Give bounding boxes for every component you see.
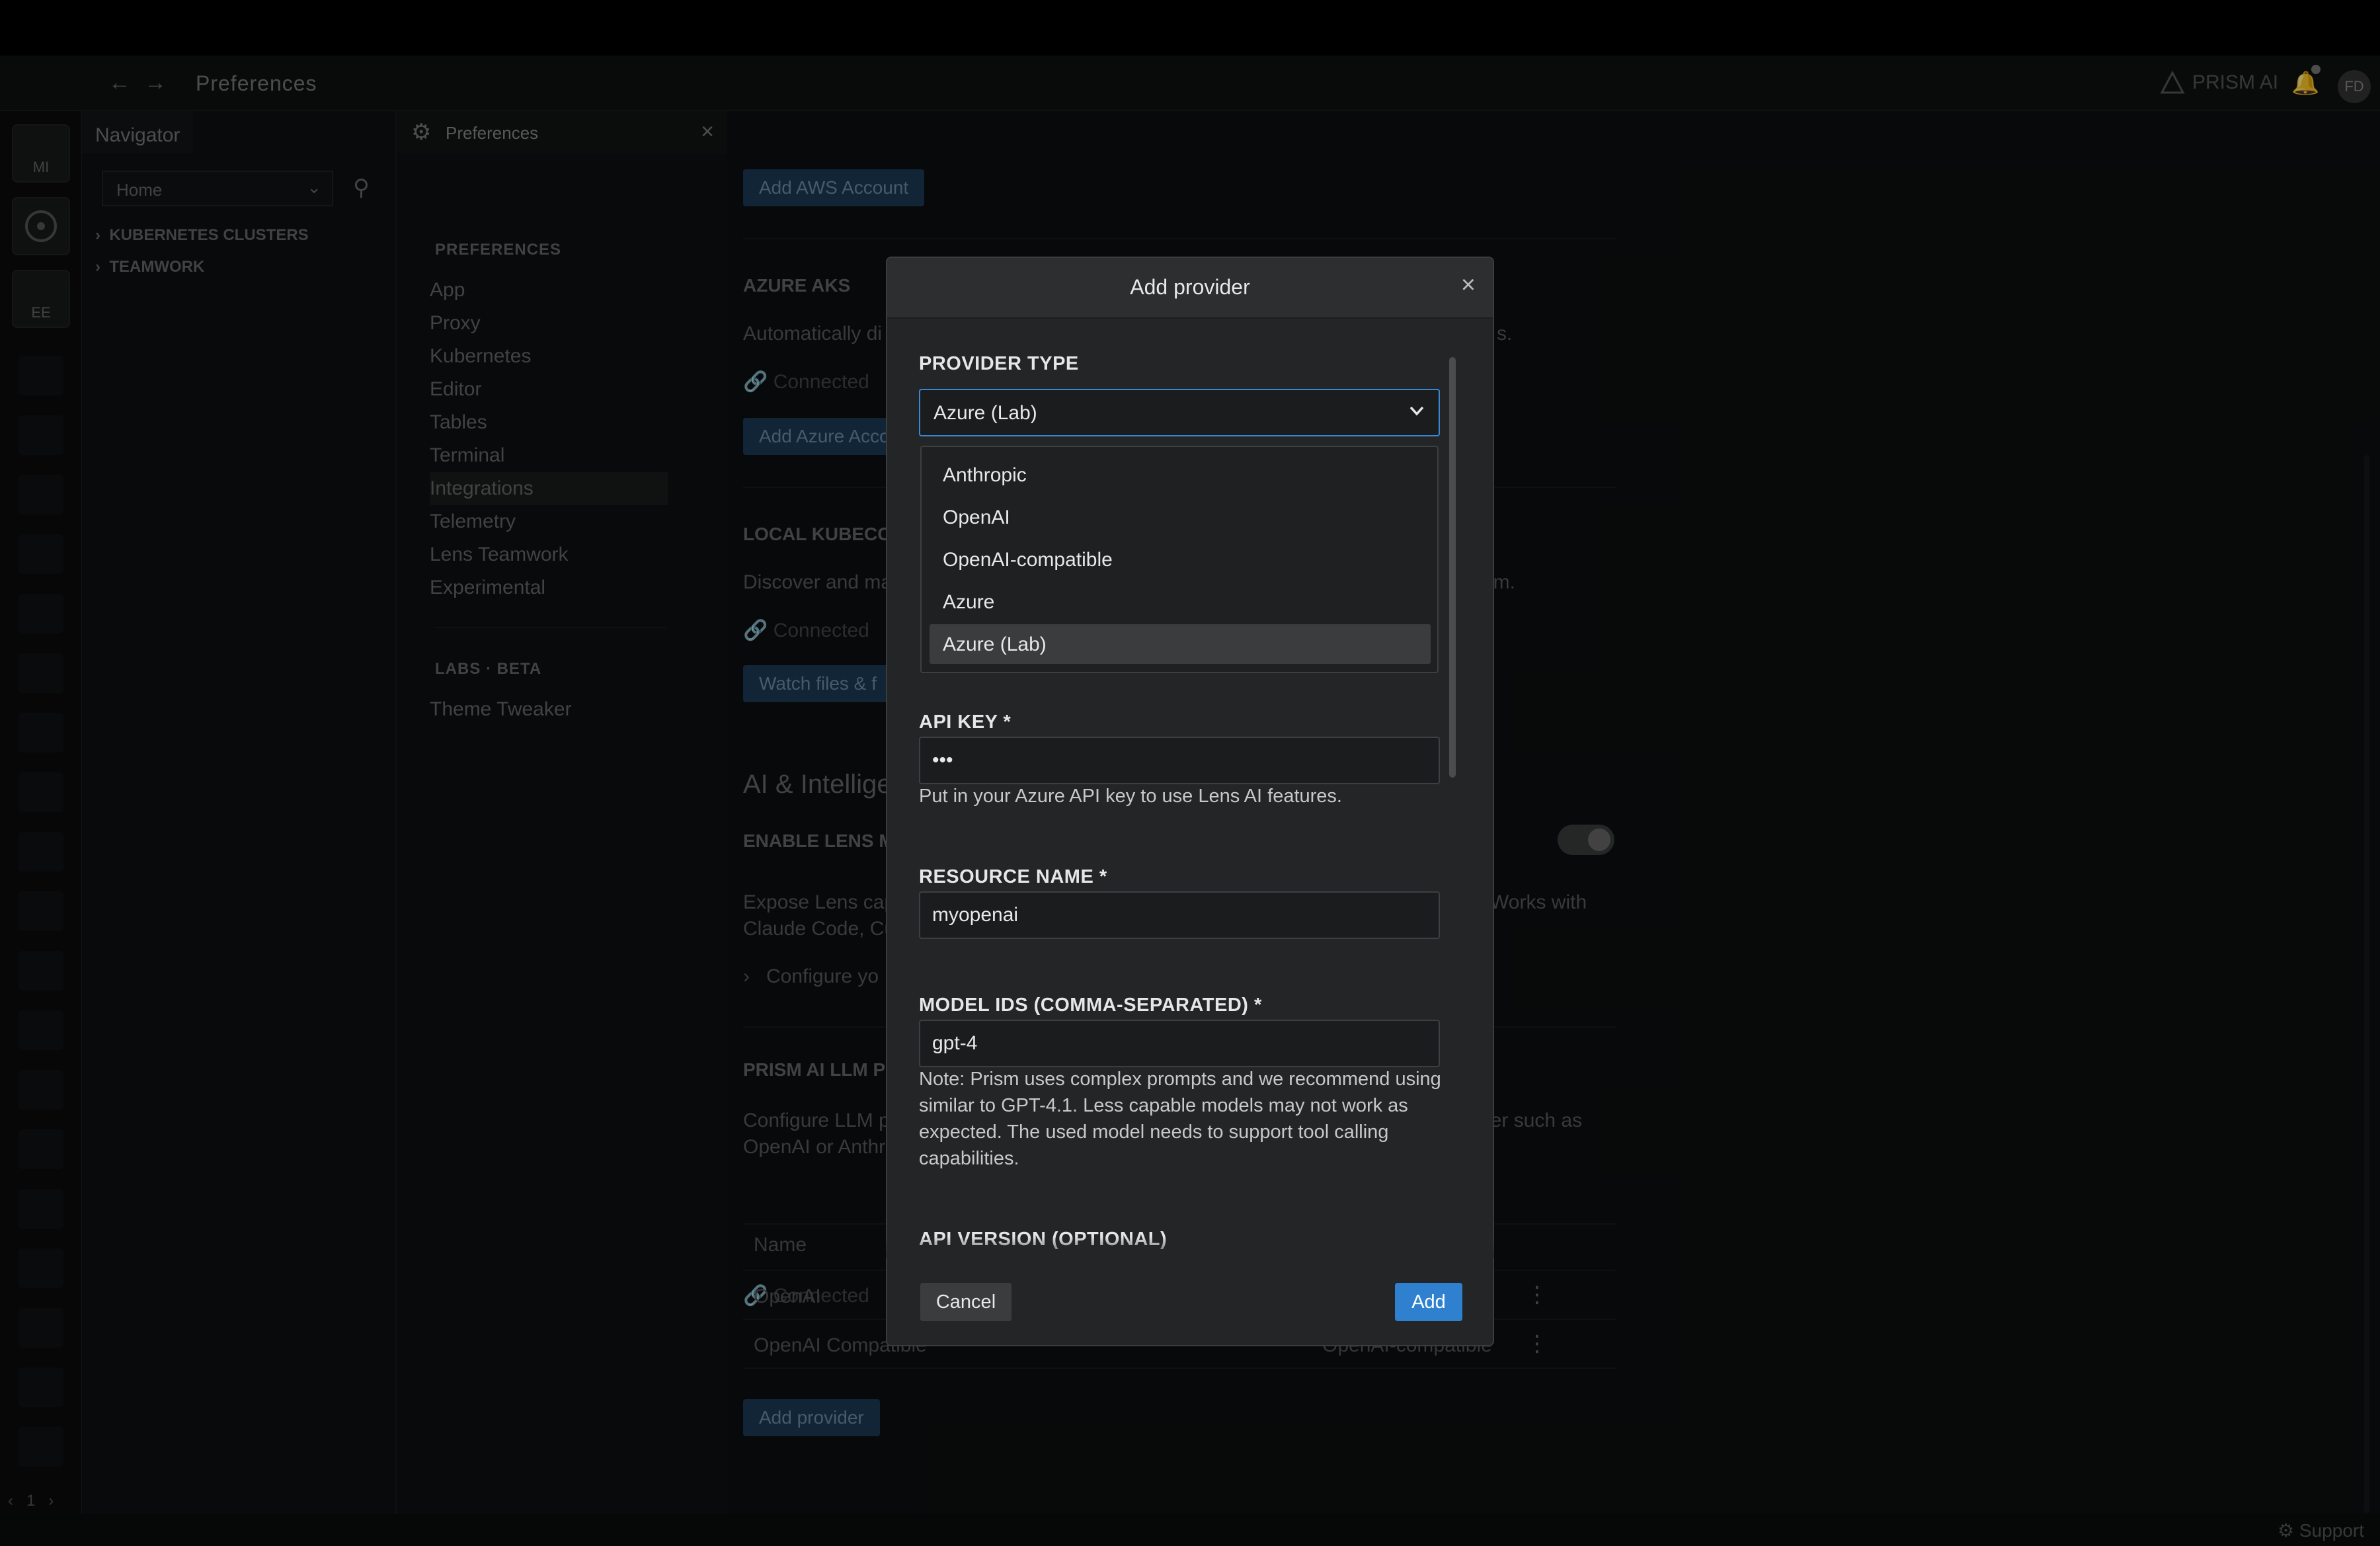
- chevron-down-icon: [1409, 406, 1424, 416]
- api-key-input[interactable]: [919, 737, 1440, 784]
- provider-type-label: PROVIDER TYPE: [919, 353, 1079, 374]
- model-ids-label: MODEL IDS (COMMA-SEPARATED) *: [919, 995, 1262, 1016]
- option-anthropic[interactable]: Anthropic: [930, 455, 1431, 495]
- dialog-scroll-fade: [886, 1237, 1494, 1258]
- api-key-help: Put in your Azure API key to use Lens AI…: [919, 786, 1342, 807]
- model-ids-input[interactable]: [919, 1020, 1440, 1067]
- dialog-scrollbar-thumb[interactable]: [1449, 357, 1456, 778]
- provider-type-select[interactable]: Azure (Lab): [919, 389, 1440, 436]
- add-button[interactable]: Add: [1395, 1283, 1462, 1321]
- dialog-scroll-area: PROVIDER TYPE Azure (Lab) API KEY * Put …: [886, 257, 1494, 1258]
- dialog-footer-top: Cancel Add: [887, 1258, 1493, 1345]
- resource-name-input[interactable]: [919, 891, 1440, 939]
- option-openai-compatible[interactable]: OpenAI-compatible: [930, 540, 1431, 579]
- model-ids-note: Note: Prism uses complex prompts and we …: [919, 1069, 1441, 1169]
- option-openai[interactable]: OpenAI: [930, 497, 1431, 537]
- close-icon[interactable]: ×: [1461, 271, 1476, 300]
- dialog-title: Add provider: [1130, 275, 1250, 299]
- dialog-header-top: Add provider ×: [887, 258, 1493, 319]
- resource-name-label: RESOURCE NAME *: [919, 866, 1107, 887]
- cancel-button[interactable]: Cancel: [920, 1283, 1012, 1321]
- option-azure-lab[interactable]: Azure (Lab): [930, 624, 1431, 664]
- provider-type-dropdown: Anthropic OpenAI OpenAI-compatible Azure…: [920, 446, 1439, 673]
- option-azure[interactable]: Azure: [930, 582, 1431, 622]
- api-key-label: API KEY *: [919, 712, 1012, 733]
